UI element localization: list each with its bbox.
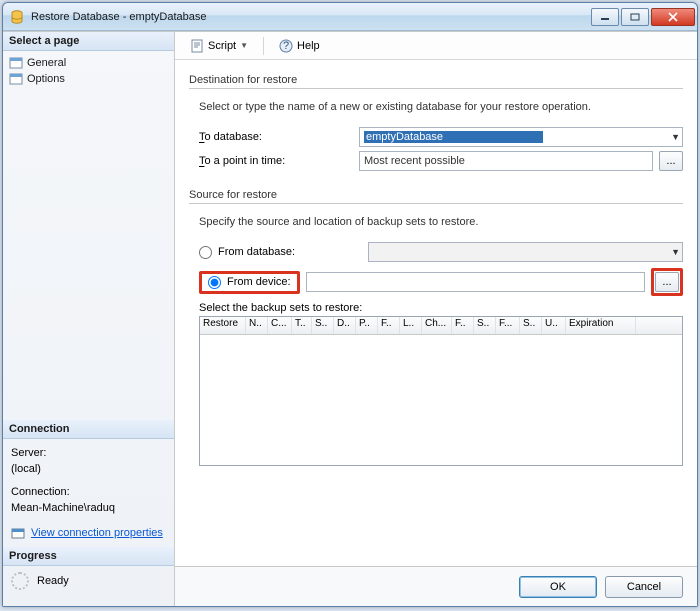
- from-device-radio[interactable]: [208, 276, 221, 289]
- column-header[interactable]: Ch...: [422, 317, 452, 334]
- connection-label: Connection:: [11, 484, 166, 501]
- to-database-label: To database:: [199, 131, 359, 143]
- script-button[interactable]: Script ▼: [183, 36, 255, 56]
- help-icon: ?: [279, 39, 293, 53]
- column-header[interactable]: Expiration: [566, 317, 636, 334]
- page-icon: [9, 72, 23, 86]
- server-label: Server:: [11, 445, 166, 462]
- maximize-button[interactable]: [621, 8, 649, 26]
- dropdown-arrow-icon: ▼: [671, 247, 680, 257]
- main-panel: Script ▼ ? Help Destination for restore …: [175, 32, 697, 606]
- column-header[interactable]: L..: [400, 317, 422, 334]
- column-header[interactable]: Restore: [200, 317, 246, 334]
- to-point-label: To a point in time:: [199, 155, 359, 167]
- connection-properties-icon: [11, 526, 25, 540]
- dropdown-arrow-icon: ▼: [240, 41, 248, 50]
- sidebar: Select a page General Options Connection…: [3, 32, 175, 606]
- source-group-label: Source for restore: [189, 189, 683, 201]
- column-header[interactable]: F...: [496, 317, 520, 334]
- column-header[interactable]: U..: [542, 317, 566, 334]
- from-database-label: From database:: [218, 246, 368, 258]
- svg-text:?: ?: [283, 40, 289, 52]
- column-header[interactable]: C...: [268, 317, 292, 334]
- help-label: Help: [297, 40, 320, 52]
- column-header[interactable]: F..: [378, 317, 400, 334]
- ok-button[interactable]: OK: [519, 576, 597, 598]
- source-description: Specify the source and location of backu…: [199, 216, 683, 228]
- progress-status: Ready: [37, 575, 69, 587]
- page-icon: [9, 56, 23, 70]
- from-database-radio[interactable]: [199, 246, 212, 259]
- progress-spinner-icon: [11, 572, 29, 590]
- titlebar[interactable]: Restore Database - emptyDatabase: [3, 3, 697, 31]
- destination-group-label: Destination for restore: [189, 74, 683, 86]
- view-connection-properties-link[interactable]: View connection properties: [31, 525, 163, 542]
- help-button[interactable]: ? Help: [272, 36, 327, 56]
- column-header[interactable]: P..: [356, 317, 378, 334]
- column-header[interactable]: T..: [292, 317, 312, 334]
- progress-header: Progress: [3, 547, 174, 566]
- cancel-button[interactable]: Cancel: [605, 576, 683, 598]
- page-options[interactable]: Options: [7, 71, 170, 87]
- minimize-button[interactable]: [591, 8, 619, 26]
- page-label: General: [27, 57, 66, 69]
- from-device-field[interactable]: [306, 272, 645, 292]
- close-button[interactable]: [651, 8, 695, 26]
- connection-info: Server: (local) Connection: Mean-Machine…: [3, 439, 174, 548]
- connection-value: Mean-Machine\raduq: [11, 500, 166, 517]
- page-label: Options: [27, 73, 65, 85]
- from-database-dropdown[interactable]: ▼: [368, 242, 683, 262]
- select-page-header: Select a page: [3, 32, 174, 51]
- toolbar: Script ▼ ? Help: [175, 32, 697, 60]
- script-label: Script: [208, 40, 236, 52]
- connection-header: Connection: [3, 420, 174, 439]
- column-header[interactable]: S..: [474, 317, 496, 334]
- restore-database-dialog: Restore Database - emptyDatabase Select …: [2, 2, 698, 607]
- dropdown-arrow-icon: ▼: [671, 132, 680, 142]
- window-title: Restore Database - emptyDatabase: [31, 11, 589, 23]
- server-value: (local): [11, 461, 166, 478]
- to-point-browse-button[interactable]: ...: [659, 151, 683, 171]
- column-header[interactable]: S..: [312, 317, 334, 334]
- to-database-dropdown[interactable]: emptyDatabase ▼: [359, 127, 683, 147]
- page-general[interactable]: General: [7, 55, 170, 71]
- from-device-label: From device:: [227, 276, 291, 288]
- to-database-value: emptyDatabase: [364, 131, 543, 143]
- database-icon: [9, 9, 25, 25]
- dialog-footer: OK Cancel: [175, 566, 697, 606]
- backup-sets-caption: Select the backup sets to restore:: [199, 302, 683, 314]
- from-device-browse-button[interactable]: ...: [655, 272, 679, 292]
- backup-sets-grid[interactable]: RestoreN..C...T..S..D..P..F..L..Ch...F..…: [199, 316, 683, 466]
- divider: [189, 203, 683, 204]
- column-header[interactable]: F..: [452, 317, 474, 334]
- divider: [189, 88, 683, 89]
- column-header[interactable]: S..: [520, 317, 542, 334]
- script-icon: [190, 39, 204, 53]
- to-point-field[interactable]: Most recent possible: [359, 151, 653, 171]
- column-header[interactable]: N..: [246, 317, 268, 334]
- column-header[interactable]: D..: [334, 317, 356, 334]
- destination-description: Select or type the name of a new or exis…: [199, 101, 683, 113]
